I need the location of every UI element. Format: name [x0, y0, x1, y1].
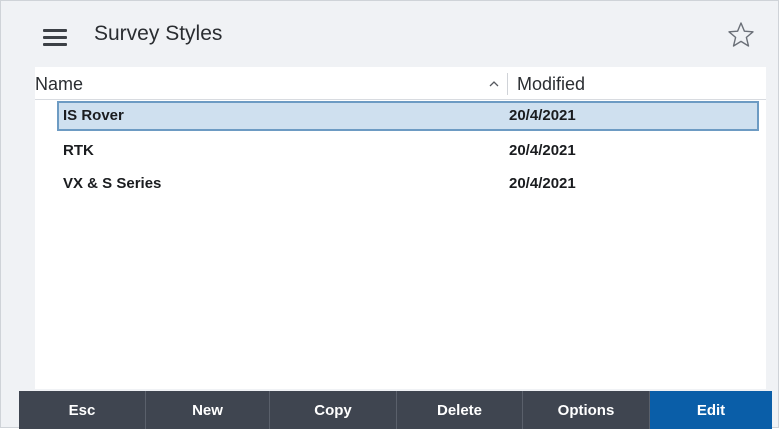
edit-button[interactable]: Edit: [650, 391, 772, 429]
sort-ascending-icon: [489, 81, 499, 87]
esc-button[interactable]: Esc: [19, 391, 146, 429]
table-header: Name Modified: [35, 67, 766, 100]
copy-button[interactable]: Copy: [270, 391, 397, 429]
table-row[interactable]: RTK 20/4/2021: [57, 136, 759, 166]
column-header-name[interactable]: Name: [35, 67, 507, 99]
row-name: IS Rover: [63, 107, 124, 124]
table-row[interactable]: IS Rover 20/4/2021: [57, 101, 759, 131]
star-outline-icon[interactable]: [727, 21, 755, 49]
options-button[interactable]: Options: [523, 391, 650, 429]
delete-button[interactable]: Delete: [397, 391, 523, 429]
column-header-modified[interactable]: Modified: [517, 67, 585, 99]
column-header-name-label: Name: [35, 74, 84, 94]
row-modified: 20/4/2021: [509, 107, 576, 124]
footer-toolbar: Esc New Copy Delete Options Edit: [19, 391, 772, 429]
row-modified: 20/4/2021: [509, 175, 576, 192]
table-row[interactable]: VX & S Series 20/4/2021: [57, 169, 759, 199]
app-window: Survey Styles Name Modified IS Rover 20/…: [0, 0, 779, 429]
column-divider[interactable]: [507, 73, 508, 95]
hamburger-menu-icon[interactable]: [43, 29, 67, 47]
row-name: VX & S Series: [63, 175, 162, 192]
row-name: RTK: [63, 142, 94, 159]
page-title: Survey Styles: [94, 22, 223, 45]
row-modified: 20/4/2021: [509, 142, 576, 159]
new-button[interactable]: New: [146, 391, 270, 429]
survey-styles-table: Name Modified IS Rover 20/4/2021 RTK 20/…: [35, 67, 766, 389]
header-bar: Survey Styles: [19, 9, 771, 65]
